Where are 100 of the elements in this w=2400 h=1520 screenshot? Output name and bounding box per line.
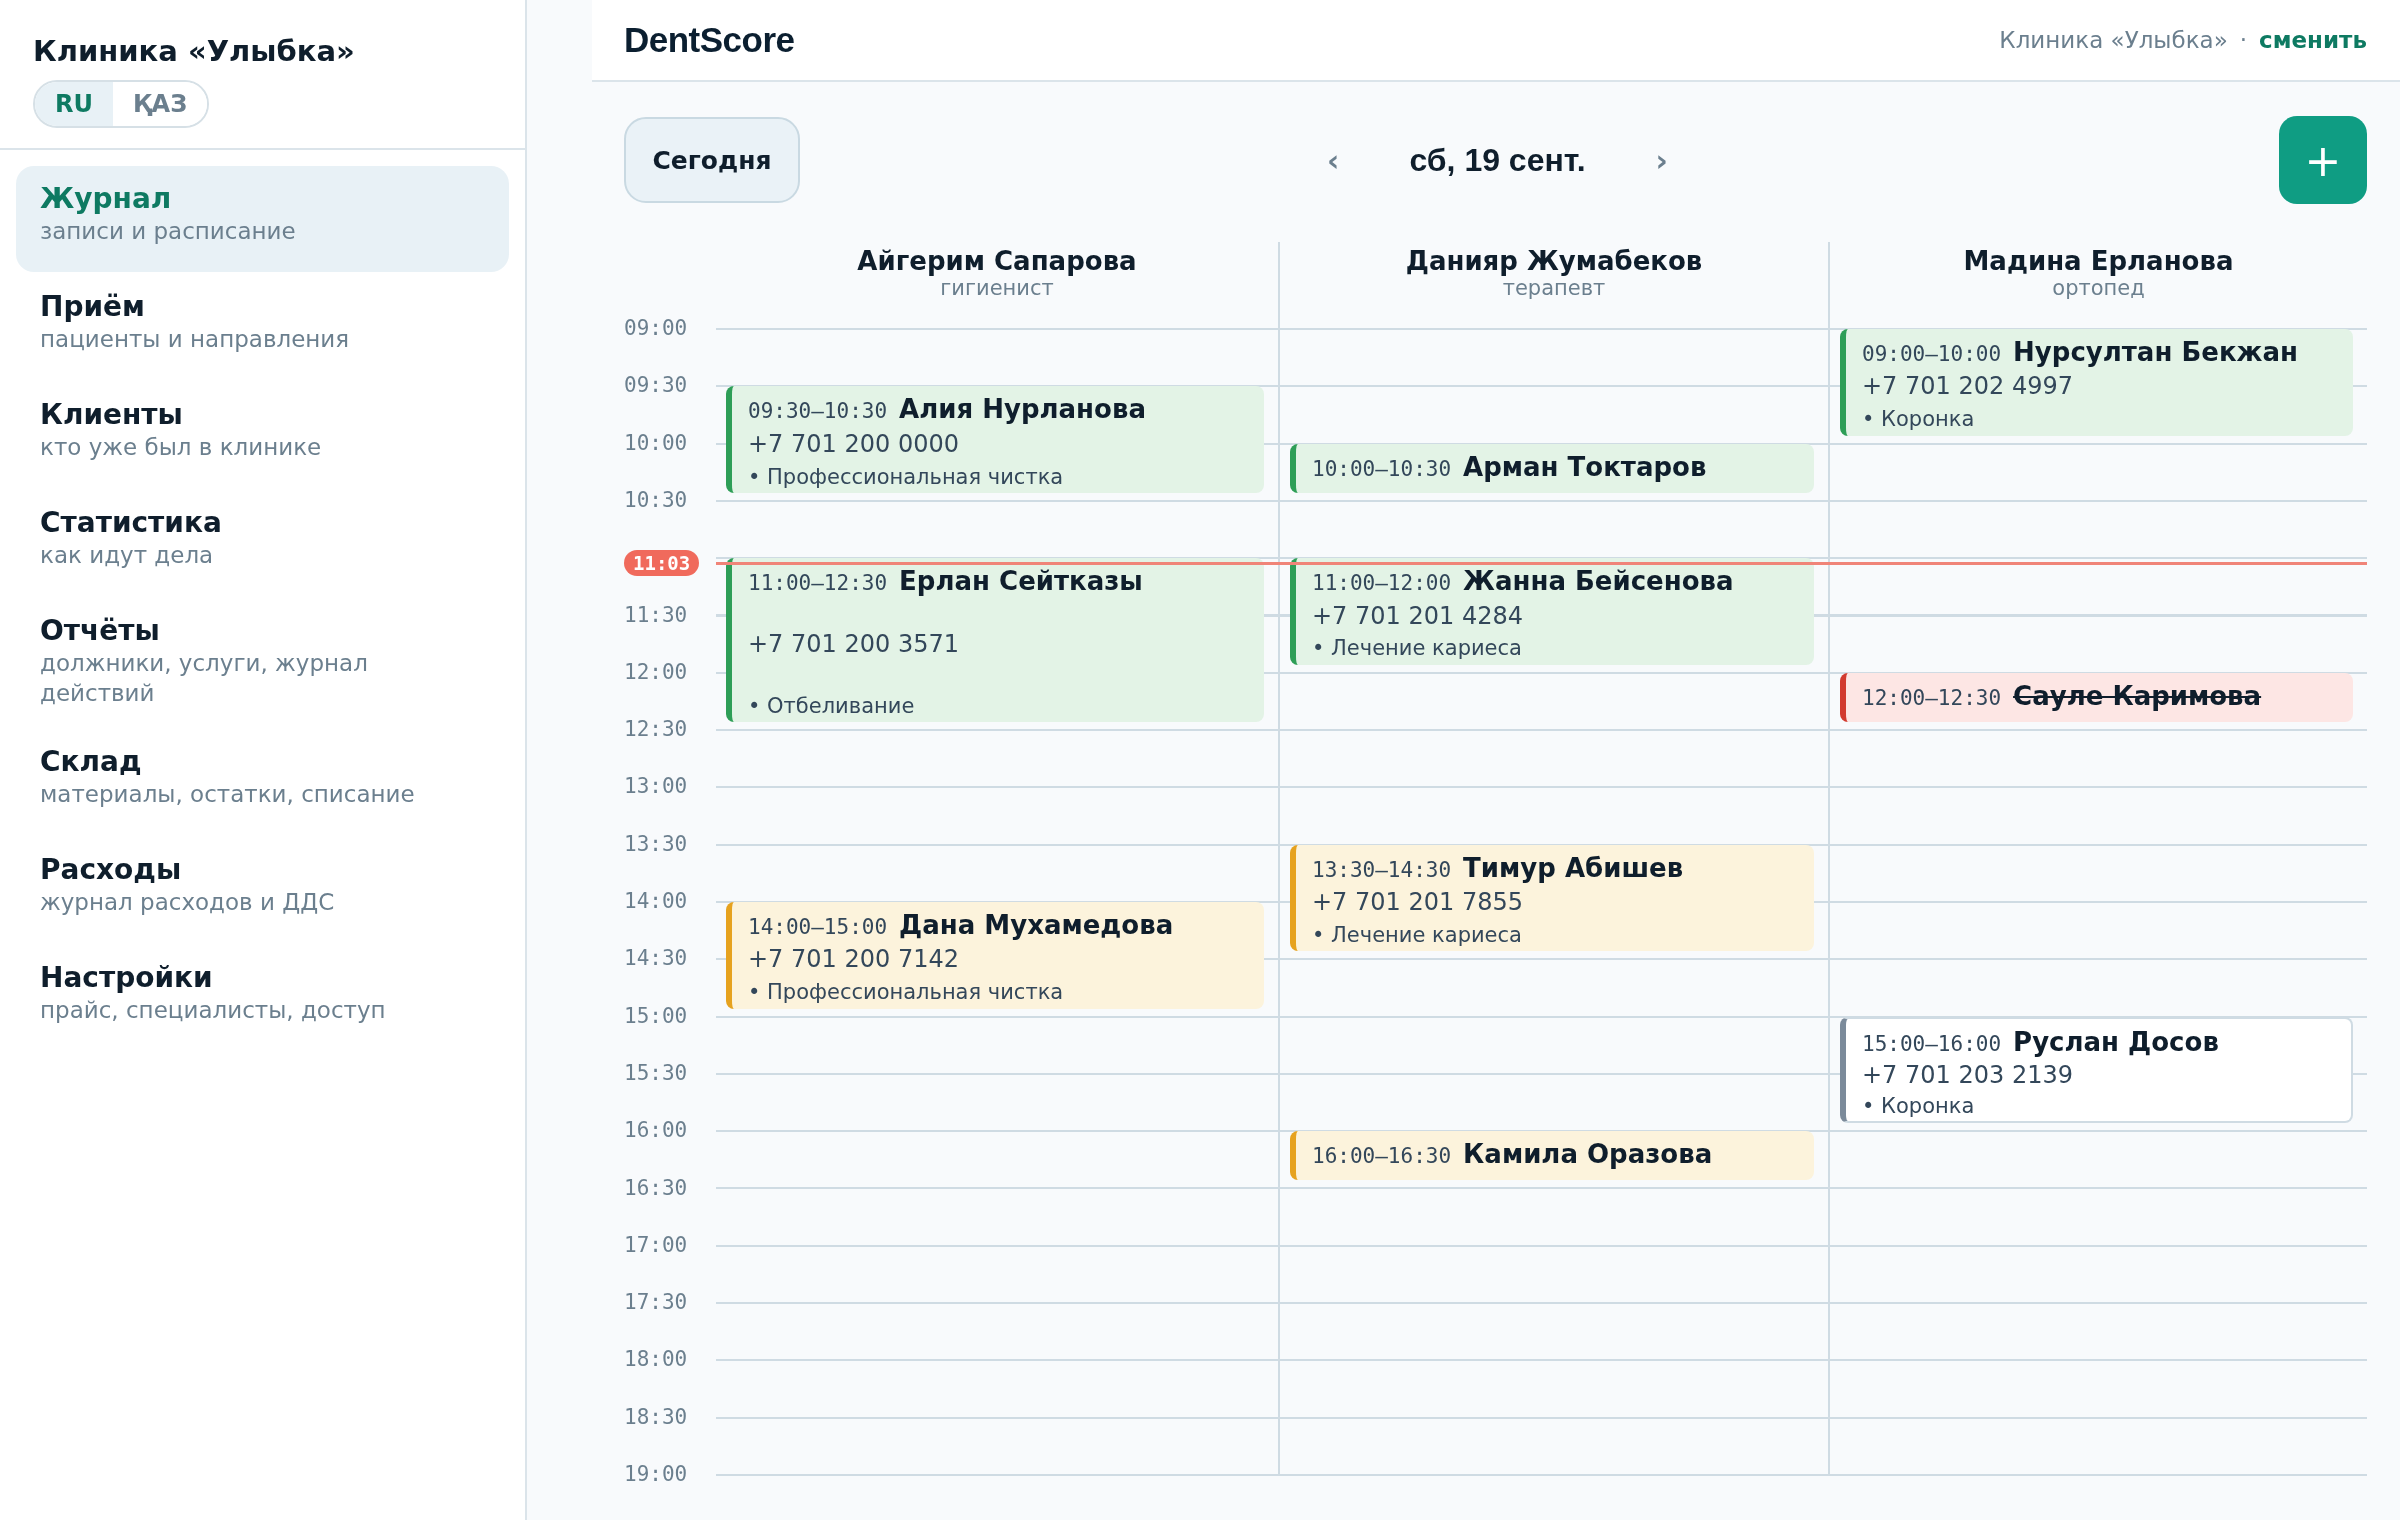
current-date: сб, 19 сент. <box>1409 141 1586 179</box>
service-label: • Лечение кариеса <box>1312 635 1523 663</box>
nav-title: Статистика <box>40 506 223 539</box>
nav-subtitle: материалы, остатки, списание <box>40 779 416 809</box>
clinic-title: Клиника «Улыбка» <box>33 34 355 68</box>
patient-name: Сауле Каримова <box>2013 680 2262 711</box>
service-label: • Профессиональная чистка <box>748 979 1065 1007</box>
time-label: 10:30 <box>624 487 688 512</box>
nav-item[interactable]: Склад материалы, остатки, списание <box>16 728 509 835</box>
patient-phone: +7 701 200 7142 <box>748 944 960 976</box>
patient-name: Тимур Абишев <box>1463 852 1684 883</box>
patient-phone: +7 701 201 7855 <box>1312 887 1524 918</box>
nav-title: Отчёты <box>40 614 161 647</box>
patient-name: Алия Нурланова <box>899 394 1146 425</box>
appointment-card[interactable]: 09:30–10:30 Алия Нурланова +7 701 200 0000 • Профессиональная чистка <box>726 386 1264 493</box>
patient-name: Нурсултан Бекжан <box>2013 337 2298 367</box>
patient-name: Руслан Досов <box>2013 1026 2219 1057</box>
doctor-name: Мадина Ерланова <box>1963 246 2234 276</box>
time-label: 11:30 <box>624 602 688 627</box>
patient-name: Камила Оразова <box>1463 1139 1713 1170</box>
time-label: 10:00 <box>624 430 688 455</box>
appointment-time: 16:00–16:30 <box>1312 1144 1452 1169</box>
appointment-card[interactable]: 12:00–12:30 Сауле Каримова <box>1840 672 2353 723</box>
logo: DentScore <box>624 20 795 60</box>
appointment-card[interactable]: 09:00–10:00 Нурсултан Бекжан +7 701 202 4997 • Коронка <box>1840 329 2353 436</box>
appointment-card[interactable]: 13:30–14:30 Тимур Абишев +7 701 201 7855 • Лечение кариеса <box>1290 844 1814 952</box>
nav-subtitle: пациенты и направления <box>40 325 351 354</box>
appointment-time: 12:00–12:30 <box>1862 685 2002 710</box>
today-button[interactable]: Сегодня <box>624 117 800 203</box>
patient-name: Дана Мухамедова <box>899 910 1174 940</box>
patient-phone: +7 701 201 4284 <box>1312 600 1524 632</box>
service-label: • Коронка <box>1862 1093 1976 1121</box>
service-label: • Отбеливание <box>748 692 916 720</box>
time-label: 12:00 <box>624 659 688 684</box>
service-label: • Лечение кариеса <box>1312 921 1523 949</box>
language-option[interactable]: RU <box>35 82 113 126</box>
time-label: 18:30 <box>624 1404 688 1429</box>
appointment-card[interactable]: 15:00–16:00 Руслан Досов +7 701 203 2139 • Коронка <box>1840 1016 2353 1124</box>
patient-name: Арман Токтаров <box>1463 451 1707 482</box>
nav-item[interactable]: Журнал записи и расписание <box>16 166 509 272</box>
nav-subtitle: кто уже был в клинике <box>40 433 323 462</box>
time-label: 12:30 <box>624 717 688 742</box>
time-label: 13:30 <box>624 831 688 856</box>
time-label: 09:30 <box>624 373 688 398</box>
nav-title: Журнал <box>40 182 173 215</box>
clinic-name: Клиника «Улыбка» <box>1999 27 2228 53</box>
nav-title: Склад <box>40 744 143 778</box>
doctor-name: Данияр Жумабеков <box>1405 246 1703 276</box>
time-label: 15:00 <box>624 1003 688 1028</box>
current-time-badge: 11:03 <box>624 549 700 576</box>
nav-item[interactable]: Клиенты кто уже был в клинике <box>16 382 509 488</box>
nav-item[interactable]: Расходы журнал расходов и ДДС <box>16 836 509 943</box>
doctor-role: ортопед <box>2052 276 2145 300</box>
appointment-time: 09:30–10:30 <box>748 399 888 424</box>
time-label: 14:00 <box>624 889 688 913</box>
patient-name: Жанна Бейсенова <box>1463 566 1734 597</box>
nav-item[interactable]: Приём пациенты и направления <box>16 274 509 380</box>
appointment-card[interactable]: 11:00–12:00 Жанна Бейсенова +7 701 201 4284 • Лечение кариеса <box>1290 558 1814 665</box>
appointment-time: 15:00–16:00 <box>1862 1031 2002 1056</box>
nav-item[interactable]: Статистика как идут дела <box>16 490 509 596</box>
service-label: • Профессиональная чистка <box>748 463 1065 491</box>
time-label: 09:00 <box>624 316 688 340</box>
time-label: 14:30 <box>624 946 688 971</box>
patient-phone: +7 701 202 4997 <box>1862 371 2074 403</box>
appointment-time: 10:00–10:30 <box>1312 456 1452 481</box>
previous-day-button[interactable]: ‹ <box>1317 138 1350 182</box>
next-day-button[interactable]: › <box>1645 138 1678 182</box>
doctor-role: терапевт <box>1502 276 1606 300</box>
appointment-time: 14:00–15:00 <box>748 915 888 939</box>
nav-subtitle: записи и расписание <box>40 217 297 246</box>
appointment-card[interactable]: 10:00–10:30 Арман Токтаров <box>1290 443 1814 493</box>
appointment-card[interactable]: 16:00–16:30 Камила Оразова <box>1290 1131 1814 1181</box>
nav-title: Настройки <box>40 960 214 994</box>
time-label: 16:30 <box>624 1175 688 1200</box>
nav-subtitle: должники, услуги, журнал действий <box>40 649 369 708</box>
appointment-time: 11:00–12:30 <box>748 571 888 596</box>
nav-item[interactable]: Настройки прайс, специалисты, доступ <box>16 944 509 1051</box>
separator: · <box>2239 27 2248 53</box>
service-label: • Коронка <box>1862 406 1976 434</box>
appointment-time: 11:00–12:00 <box>1312 571 1452 596</box>
switch-link[interactable]: сменить <box>2259 27 2367 53</box>
time-label: 19:00 <box>624 1462 688 1486</box>
appointment-card[interactable]: 14:00–15:00 Дана Мухамедова +7 701 200 7142 • Профессиональная чистка <box>726 902 1264 1009</box>
patient-name: Ерлан Сейтказы <box>899 566 1143 597</box>
doctor-name: Айгерим Сапарова <box>857 246 1137 276</box>
appointment-card[interactable]: 11:00–12:30 Ерлан Сейтказы +7 701 200 3571 • Отбеливание <box>726 558 1264 723</box>
time-label: 13:00 <box>624 774 688 799</box>
time-label: 16:00 <box>624 1118 688 1143</box>
nav-subtitle: прайс, специалисты, доступ <box>40 995 387 1025</box>
time-label: 17:00 <box>624 1232 688 1257</box>
nav-item[interactable]: Отчёты должники, услуги, журнал действий <box>16 598 509 727</box>
patient-phone: +7 701 200 0000 <box>748 428 960 460</box>
nav-title: Клиенты <box>40 398 184 431</box>
patient-phone: +7 701 200 3571 <box>748 629 960 661</box>
nav-title: Расходы <box>40 852 183 886</box>
nav-subtitle: как идут дела <box>40 541 215 570</box>
nav-title: Приём <box>40 290 146 323</box>
appointment-time: 09:00–10:00 <box>1862 342 2002 366</box>
appointment-time: 13:30–14:30 <box>1312 857 1452 882</box>
time-label: 17:30 <box>624 1290 688 1315</box>
